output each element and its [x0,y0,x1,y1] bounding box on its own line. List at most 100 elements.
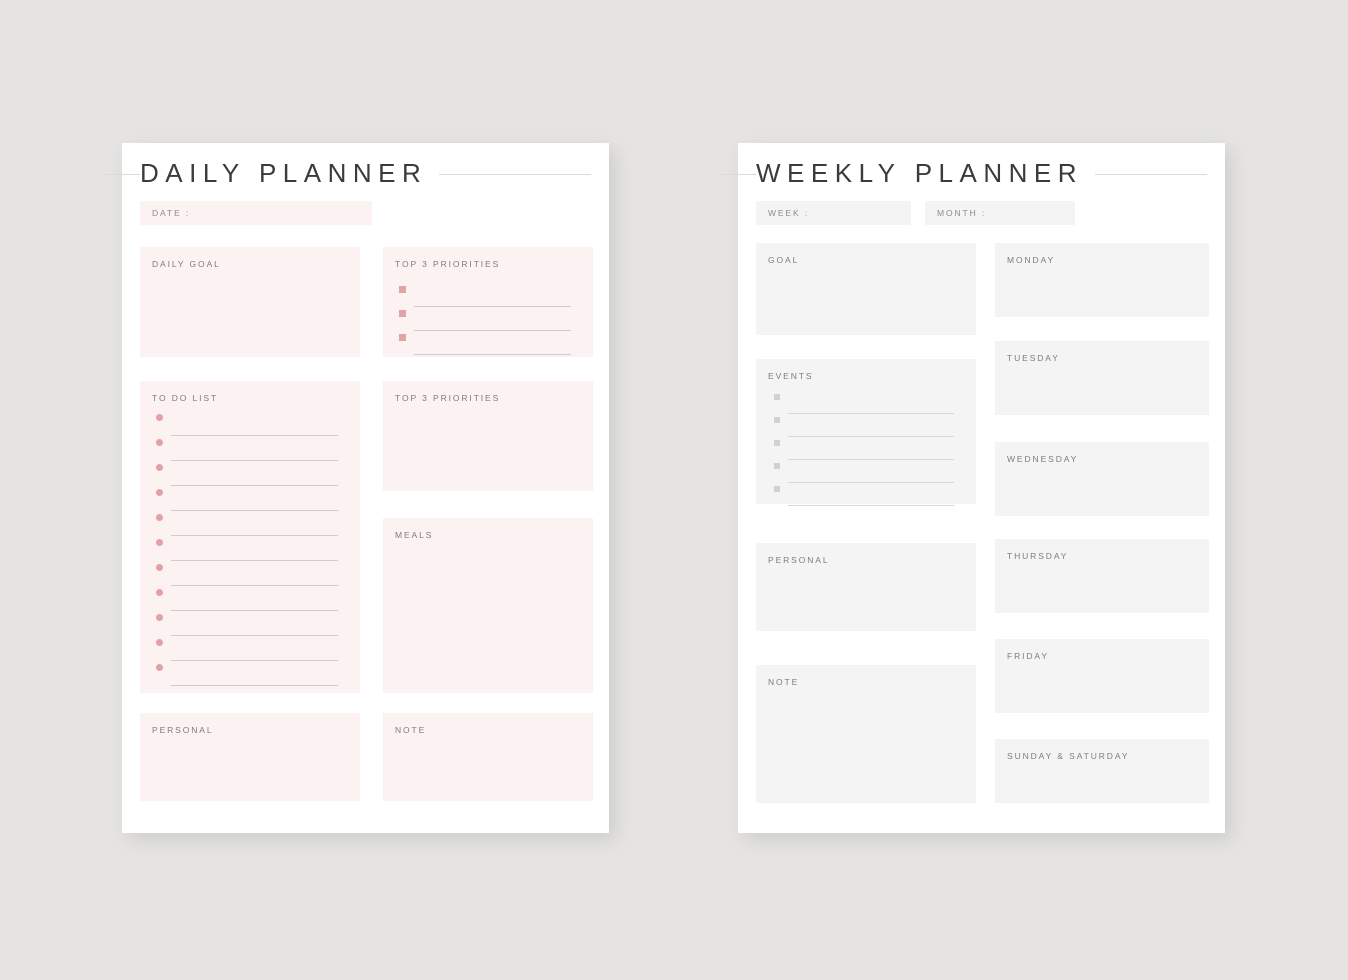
round-bullet-icon [156,639,163,646]
write-line[interactable] [414,283,571,307]
round-bullet-icon [156,489,163,496]
weekly-day-header: WEDNESDAY [1007,454,1079,464]
weekly-day-thursday-box[interactable]: THURSDAY [995,539,1209,613]
write-line[interactable] [171,611,338,636]
list-item[interactable] [156,561,338,586]
list-item[interactable] [774,460,954,483]
list-item[interactable] [156,661,338,686]
weekly-day-header: MONDAY [1007,255,1056,265]
daily-meals-header: MEALS [395,530,434,540]
daily-todo-rows [152,407,348,686]
daily-top3-secondary-header: TOP 3 PRIORITIES [395,393,501,403]
list-item[interactable] [399,331,571,355]
daily-personal-box[interactable]: PERSONAL [140,713,360,801]
weekly-month-label: MONTH : [937,208,987,218]
write-line[interactable] [788,483,954,506]
write-line[interactable] [171,636,338,661]
round-bullet-icon [156,614,163,621]
square-bullet-icon [399,334,406,341]
write-line[interactable] [171,461,338,486]
weekly-day-weekend-box[interactable]: SUNDAY & SATURDAY [995,739,1209,803]
list-item[interactable] [156,586,338,611]
weekly-personal-header: PERSONAL [768,555,830,565]
list-item[interactable] [156,486,338,511]
write-line[interactable] [788,414,954,437]
list-item[interactable] [399,307,571,331]
weekly-goal-header: GOAL [768,255,800,265]
daily-personal-header: PERSONAL [152,725,214,735]
weekly-goal-box[interactable]: GOAL [756,243,976,335]
daily-todo-header: TO DO LIST [152,393,219,403]
weekly-month-field[interactable]: MONTH : [925,201,1075,225]
weekly-events-box[interactable]: EVENTS [756,359,976,506]
weekly-day-header: TUESDAY [1007,353,1060,363]
write-line[interactable] [171,586,338,611]
weekly-note-box[interactable]: NOTE [756,665,976,803]
weekly-day-header: FRIDAY [1007,651,1049,661]
write-line[interactable] [171,486,338,511]
write-line[interactable] [788,460,954,483]
weekly-title-row: WEEKLY PLANNER [720,143,1225,205]
write-line[interactable] [171,536,338,561]
daily-top3-priorities-secondary-box[interactable]: TOP 3 PRIORITIES [383,381,593,491]
write-line[interactable] [788,391,954,414]
square-bullet-icon [774,394,780,400]
list-item[interactable] [399,283,571,307]
daily-meals-box[interactable]: MEALS [383,518,593,693]
list-item[interactable] [156,611,338,636]
write-line[interactable] [171,561,338,586]
list-item[interactable] [156,636,338,661]
daily-note-header: NOTE [395,725,427,735]
write-line[interactable] [414,331,571,355]
list-item[interactable] [156,536,338,561]
list-item[interactable] [774,437,954,460]
weekly-day-friday-box[interactable]: FRIDAY [995,639,1209,713]
weekly-personal-box[interactable]: PERSONAL [756,543,976,631]
daily-todo-list-box[interactable]: TO DO LIST [140,381,360,693]
daily-page-title: DAILY PLANNER [140,155,440,191]
write-line[interactable] [171,411,338,436]
list-item[interactable] [156,411,338,436]
round-bullet-icon [156,664,163,671]
list-item[interactable] [156,436,338,461]
square-bullet-icon [399,310,406,317]
planner-canvas: DAILY PLANNER DATE : DAILY GOAL TOP 3 PR… [0,0,1348,980]
daily-note-box[interactable]: NOTE [383,713,593,801]
write-line[interactable] [788,437,954,460]
list-item[interactable] [774,483,954,506]
round-bullet-icon [156,464,163,471]
round-bullet-icon [156,439,163,446]
square-bullet-icon [399,286,406,293]
daily-goal-box[interactable]: DAILY GOAL [140,247,360,357]
round-bullet-icon [156,539,163,546]
daily-top3-priorities-box[interactable]: TOP 3 PRIORITIES [383,247,593,357]
round-bullet-icon [156,514,163,521]
list-item[interactable] [156,511,338,536]
weekly-day-monday-box[interactable]: MONDAY [995,243,1209,317]
square-bullet-icon [774,417,780,423]
weekly-events-header: EVENTS [768,371,814,381]
daily-planner-page: DAILY PLANNER DATE : DAILY GOAL TOP 3 PR… [104,143,609,833]
weekly-events-rows [768,385,964,506]
round-bullet-icon [156,589,163,596]
list-item[interactable] [156,461,338,486]
square-bullet-icon [774,486,780,492]
weekly-note-header: NOTE [768,677,800,687]
write-line[interactable] [414,307,571,331]
square-bullet-icon [774,440,780,446]
write-line[interactable] [171,511,338,536]
weekly-page-title: WEEKLY PLANNER [756,155,1096,191]
weekly-day-header: SUNDAY & SATURDAY [1007,751,1130,761]
weekly-day-tuesday-box[interactable]: TUESDAY [995,341,1209,415]
daily-date-field[interactable]: DATE : [140,201,372,225]
weekly-day-wednesday-box[interactable]: WEDNESDAY [995,442,1209,516]
weekly-day-header: THURSDAY [1007,551,1069,561]
weekly-week-label: WEEK : [768,208,810,218]
write-line[interactable] [171,661,338,686]
weekly-week-field[interactable]: WEEK : [756,201,911,225]
daily-top3-rows [395,273,581,355]
write-line[interactable] [171,436,338,461]
list-item[interactable] [774,414,954,437]
daily-goal-header: DAILY GOAL [152,259,221,269]
list-item[interactable] [774,391,954,414]
